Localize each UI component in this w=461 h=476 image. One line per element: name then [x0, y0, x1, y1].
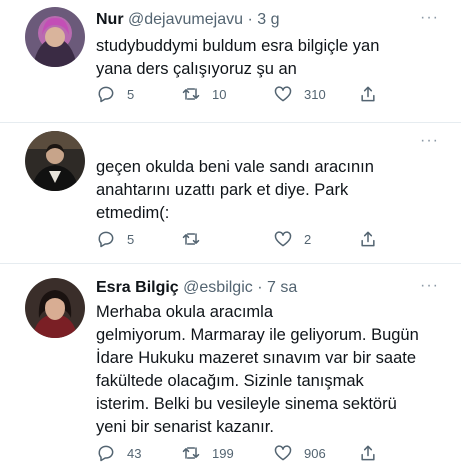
tweet-header: Nur @dejavumejavu · 3 g — [96, 11, 279, 29]
author-handle[interactable]: @dejavumejavu — [128, 11, 243, 28]
avatar[interactable] — [25, 7, 85, 67]
heart-icon — [274, 231, 292, 247]
retweet-count: 199 — [212, 445, 234, 461]
avatar[interactable] — [25, 131, 85, 191]
like-count: 310 — [304, 86, 326, 102]
reply-count: 5 — [127, 86, 135, 102]
tweet-time[interactable]: 7 sa — [267, 279, 297, 296]
author-name[interactable]: Esra Bilgiç — [96, 279, 179, 296]
like-button[interactable]: 906 — [273, 443, 326, 463]
reply-button[interactable]: 5 — [96, 84, 134, 104]
retweet-count: 10 — [212, 86, 227, 102]
reply-icon — [98, 231, 114, 248]
separator-dot: · — [247, 11, 253, 28]
more-icon[interactable]: ··· — [420, 132, 439, 150]
retweet-icon — [182, 233, 200, 245]
reply-button[interactable]: 43 — [96, 443, 141, 463]
author-name[interactable]: Nur — [96, 11, 124, 28]
more-icon[interactable]: ··· — [420, 9, 439, 27]
retweet-button[interactable] — [181, 229, 212, 249]
share-icon — [361, 445, 375, 461]
like-button[interactable]: 2 — [273, 229, 311, 249]
tweet-text: Merhaba okula aracımla gelmiyorum. Marma… — [96, 303, 419, 436]
tweet-actions: 5 2 — [96, 229, 436, 251]
tweet-actions: 43 199 906 — [96, 443, 436, 465]
like-button[interactable]: 310 — [273, 84, 326, 104]
like-count: 2 — [304, 231, 312, 247]
retweet-icon — [182, 447, 200, 459]
heart-icon — [274, 445, 292, 461]
reply-count: 5 — [127, 231, 135, 247]
retweet-icon — [182, 88, 200, 100]
heart-icon — [274, 86, 292, 102]
share-button[interactable] — [358, 443, 378, 463]
share-icon — [361, 231, 375, 247]
tweet-header: Esra Bilgiç @esbilgic · 7 sa — [96, 279, 297, 297]
avatar[interactable] — [25, 278, 85, 338]
tweet-time[interactable]: 3 g — [257, 11, 279, 28]
reply-icon — [98, 445, 114, 462]
tweet-text: geçen okulda beni vale sandı aracının an… — [96, 158, 374, 222]
share-button[interactable] — [358, 229, 378, 249]
retweet-button[interactable]: 199 — [181, 443, 234, 463]
separator-dot: · — [257, 279, 263, 296]
like-count: 906 — [304, 445, 326, 461]
tweet[interactable]: Nur @dejavumejavu · 3 g ··· studybuddymi… — [0, 0, 461, 122]
retweet-button[interactable]: 10 — [181, 84, 226, 104]
reply-count: 43 — [127, 445, 142, 461]
more-icon[interactable]: ··· — [420, 277, 439, 295]
tweet-actions: 5 10 310 — [96, 84, 436, 106]
share-button[interactable] — [358, 84, 378, 104]
share-icon — [361, 86, 375, 102]
reply-icon — [98, 86, 114, 103]
tweet-text: studybuddymi buldum esra bilgiçle yan ya… — [96, 37, 380, 78]
reply-button[interactable]: 5 — [96, 229, 134, 249]
author-handle[interactable]: @esbilgic — [183, 279, 253, 296]
tweet[interactable]: Esra Bilgiç @esbilgic · 7 sa ··· Merhaba… — [0, 264, 461, 476]
tweet[interactable]: ··· geçen okulda beni vale sandı aracını… — [0, 123, 461, 263]
